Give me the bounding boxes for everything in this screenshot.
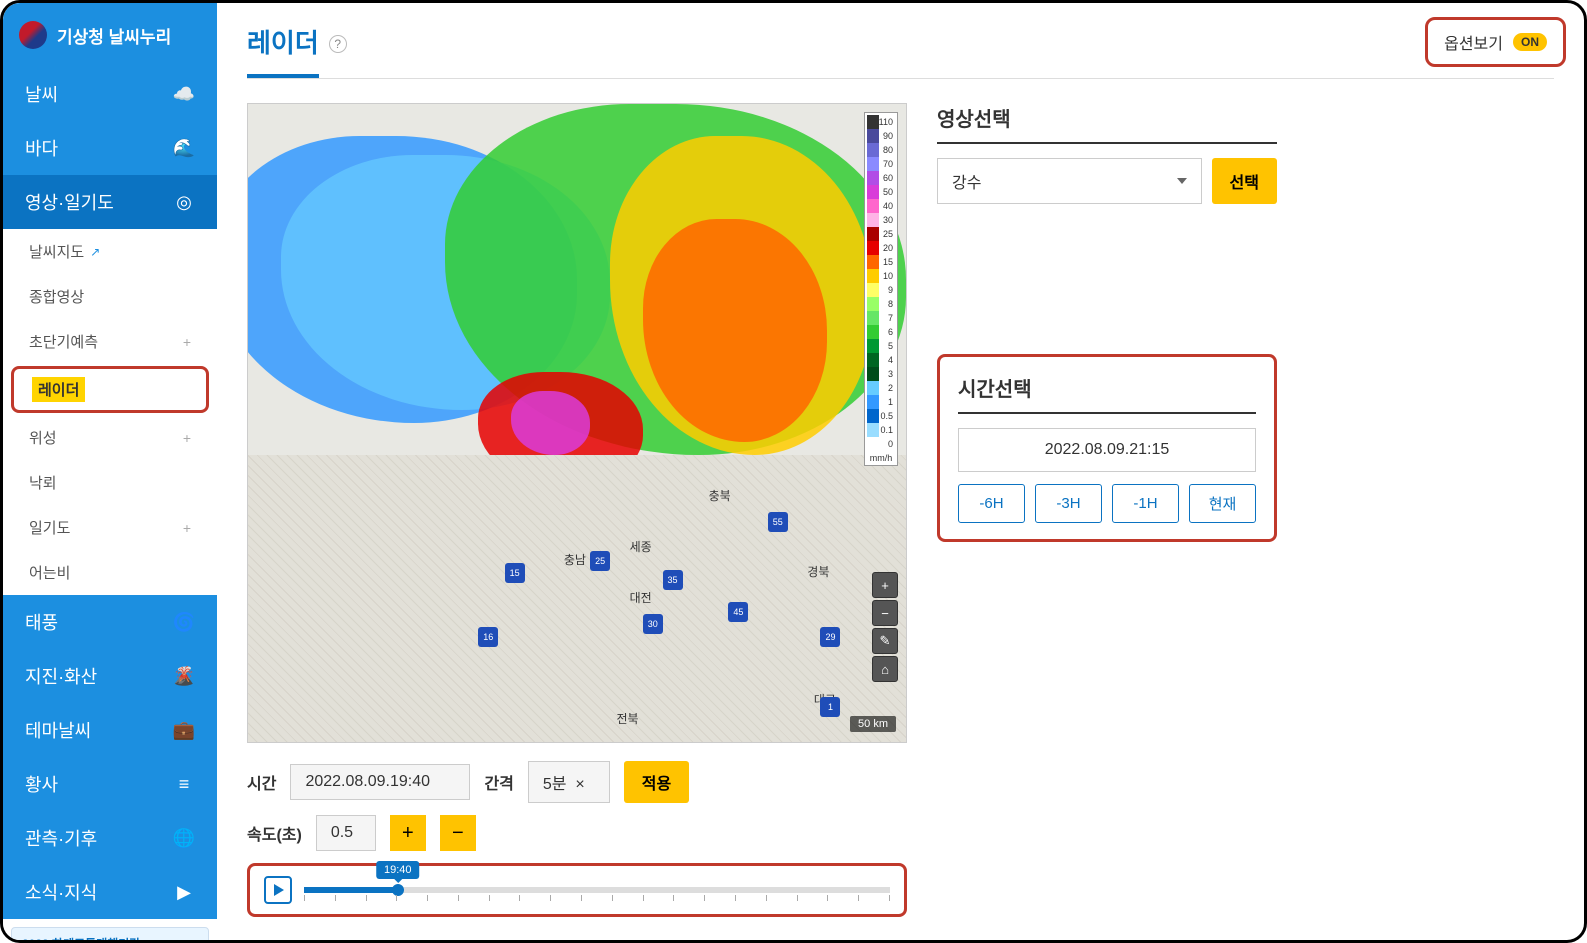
highlight-radar: 레이더 <box>11 366 209 413</box>
chevron-down-icon <box>1177 178 1187 184</box>
time-btn-3h[interactable]: -3H <box>1035 484 1102 523</box>
interval-select[interactable]: 5분 × <box>528 761 610 803</box>
timeline-container: 19:40 <box>247 863 907 917</box>
sub-radar[interactable]: 레이더 <box>32 375 188 404</box>
time-label: 시간 <box>247 770 276 794</box>
home-icon[interactable]: ⌂ <box>872 656 898 682</box>
nav-imagery[interactable]: 영상·일기도 ◎ <box>3 175 217 229</box>
road-15: 15 <box>505 563 525 583</box>
map-background <box>248 104 906 742</box>
speed-plus-button[interactable]: + <box>390 815 426 851</box>
image-select-dropdown[interactable]: 강수 <box>937 158 1202 204</box>
city-daejeon: 대전 <box>630 589 652 606</box>
promo-banner[interactable]: 2022 하계교통대책기간 특별 기상정보 <box>3 919 217 943</box>
city-gyeongbuk: 경북 <box>807 563 829 580</box>
playback-controls: 시간 2022.08.09.19:40 간격 5분 × 적용 속도(초) 0.5… <box>247 761 907 917</box>
zoom-in-button[interactable]: + <box>872 572 898 598</box>
map-tools: + − ✎ ⌂ <box>872 572 898 682</box>
options-column: 영상선택 강수 선택 시간선택 2022.08.09.21:15 -6H <box>937 103 1277 917</box>
sidebar: 기상청 날씨누리 날씨 ☁️ 바다 🌊 영상·일기도 ◎ 날씨지도 ↗ 종합영상… <box>3 3 217 940</box>
logo-icon <box>19 21 47 49</box>
site-header: 기상청 날씨누리 <box>3 3 217 67</box>
options-label: 옵션보기 <box>1444 30 1503 54</box>
apply-button[interactable]: 적용 <box>624 761 689 803</box>
video-icon: ▶ <box>173 881 195 903</box>
sub-synoptic[interactable]: 일기도 + <box>3 505 217 550</box>
city-jeonbuk: 전북 <box>616 710 638 727</box>
edit-icon[interactable]: ✎ <box>872 628 898 654</box>
image-select-title: 영상선택 <box>937 103 1277 144</box>
help-icon[interactable]: ? <box>329 35 347 53</box>
play-button[interactable] <box>264 876 292 904</box>
sub-satellite[interactable]: 위성 + <box>3 415 217 460</box>
image-select-panel: 영상선택 강수 선택 <box>937 103 1277 204</box>
speed-input[interactable]: 0.5 <box>316 815 376 851</box>
time-btn-6h[interactable]: -6H <box>958 484 1025 523</box>
road-55: 55 <box>768 512 788 532</box>
timeline-slider[interactable]: 19:40 <box>304 887 890 893</box>
dust-icon: ≡ <box>173 773 195 795</box>
city-chungbuk: 충북 <box>709 487 731 504</box>
wave-icon: 🌊 <box>173 137 195 159</box>
nav-observe[interactable]: 관측·기후 🌐 <box>3 811 217 865</box>
nav-news[interactable]: 소식·지식 ▶ <box>3 865 217 919</box>
briefcase-icon: 💼 <box>173 719 195 741</box>
globe-icon: 🌐 <box>173 827 195 849</box>
road-45: 45 <box>728 602 748 622</box>
image-select-button[interactable]: 선택 <box>1212 158 1277 204</box>
time-select-title: 시간선택 <box>958 373 1256 414</box>
scale-bar: 50 km <box>850 716 896 732</box>
page-title: 레이더 <box>247 23 319 78</box>
main-content: 옵션보기 ON 레이더 ? <box>217 3 1584 940</box>
speed-label: 속도(초) <box>247 821 302 845</box>
nav-theme[interactable]: 테마날씨 💼 <box>3 703 217 757</box>
sub-nav: 날씨지도 ↗ 종합영상 초단기예측 + 레이더 위성 + 낙뢰 <box>3 229 217 595</box>
options-toggle-box: 옵션보기 ON <box>1425 17 1566 67</box>
time-input[interactable]: 2022.08.09.19:40 <box>290 764 470 800</box>
road-16: 16 <box>478 627 498 647</box>
time-btn-now[interactable]: 현재 <box>1189 484 1256 523</box>
nav-typhoon[interactable]: 태풍 🌀 <box>3 595 217 649</box>
page-header: 레이더 ? <box>247 23 1554 79</box>
nav-weather[interactable]: 날씨 ☁️ <box>3 67 217 121</box>
time-select-value[interactable]: 2022.08.09.21:15 <box>958 428 1256 472</box>
sub-freezing[interactable]: 어는비 <box>3 550 217 595</box>
typhoon-icon: 🌀 <box>173 611 195 633</box>
options-toggle[interactable]: ON <box>1513 33 1547 51</box>
nav-dust[interactable]: 황사 ≡ <box>3 757 217 811</box>
road-25: 25 <box>590 551 610 571</box>
city-chungnam: 충남 <box>564 551 586 568</box>
cloud-sun-icon: ☁️ <box>173 83 195 105</box>
time-btn-1h[interactable]: -1H <box>1112 484 1179 523</box>
road-1: 1 <box>820 697 840 717</box>
interval-label: 간격 <box>484 770 513 794</box>
volcano-icon: 🌋 <box>173 665 195 687</box>
speed-minus-button[interactable]: − <box>440 815 476 851</box>
sub-composite[interactable]: 종합영상 <box>3 274 217 319</box>
road-30: 30 <box>643 614 663 634</box>
sub-lightning[interactable]: 낙뢰 <box>3 460 217 505</box>
external-link-icon: ↗ <box>90 245 100 259</box>
road-29: 29 <box>820 627 840 647</box>
sub-nowcast[interactable]: 초단기예측 + <box>3 319 217 364</box>
radar-map[interactable]: 충남 충북 세종 대전 경북 대구 전북 15 25 30 35 45 55 2… <box>247 103 907 743</box>
sub-weather-map[interactable]: 날씨지도 ↗ <box>3 229 217 274</box>
map-legend: 11090807060504030252015109876543210.50.1… <box>864 112 898 466</box>
nav-quake[interactable]: 지진·화산 🌋 <box>3 649 217 703</box>
city-sejong: 세종 <box>630 538 652 555</box>
nav-sea[interactable]: 바다 🌊 <box>3 121 217 175</box>
time-select-panel: 시간선택 2022.08.09.21:15 -6H -3H -1H 현재 <box>937 354 1277 542</box>
timeline-badge: 19:40 <box>376 861 420 879</box>
site-title: 기상청 날씨누리 <box>57 23 171 48</box>
zoom-out-button[interactable]: − <box>872 600 898 626</box>
road-35: 35 <box>663 570 683 590</box>
target-icon: ◎ <box>173 191 195 213</box>
